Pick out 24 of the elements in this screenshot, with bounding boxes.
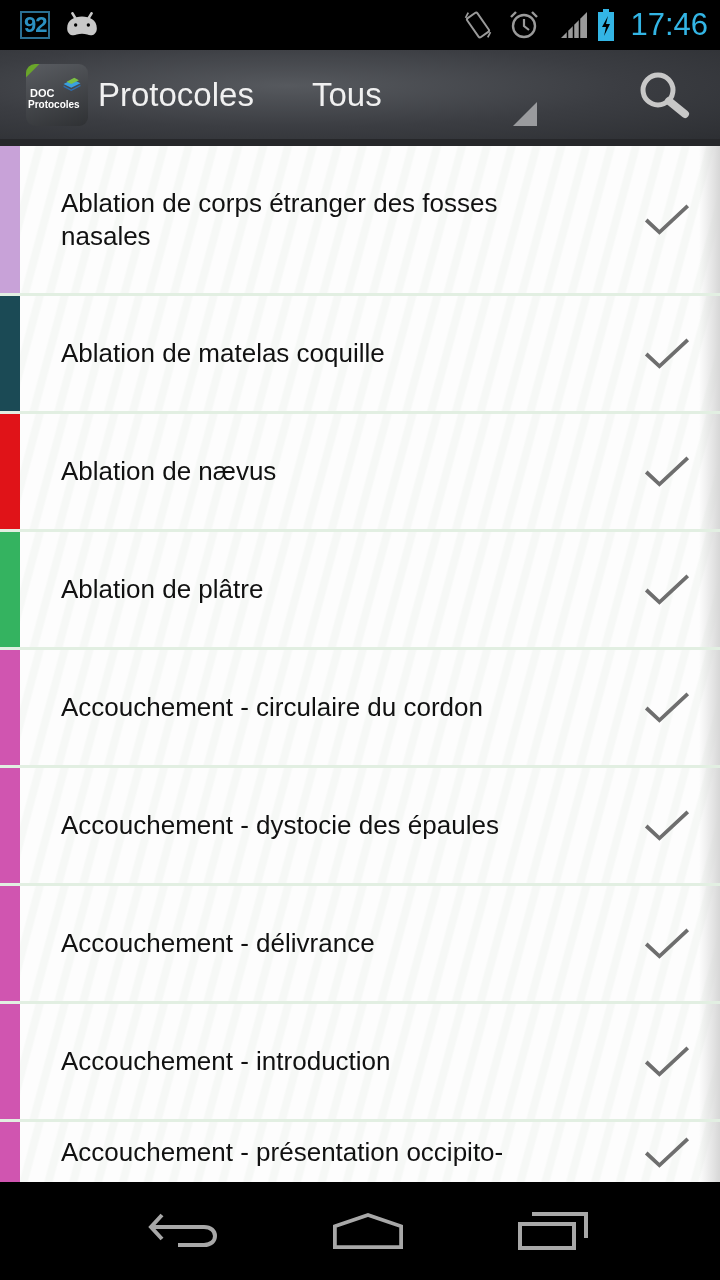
back-icon[interactable]: [147, 1212, 218, 1250]
recent-apps-icon[interactable]: [518, 1212, 589, 1250]
home-icon[interactable]: [333, 1212, 403, 1250]
protocol-title: Ablation de corps étranger des fosses nasales: [61, 186, 499, 253]
protocol-title: Ablation de nævus: [61, 455, 277, 488]
logo-text: DOC: [30, 86, 55, 99]
search-icon[interactable]: [638, 70, 690, 119]
protocol-title: Accouchement - introduction: [61, 1045, 391, 1078]
logo-text: Protocoles: [28, 98, 80, 111]
protocol-title: Accouchement - dystocie des épaules: [61, 809, 499, 842]
app-title: Protocoles: [98, 75, 254, 114]
signal-icon: [560, 11, 589, 39]
protocol-title: Ablation de matelas coquille: [61, 337, 385, 370]
protocol-title: Accouchement - délivrance: [61, 927, 375, 960]
protocol-title: Accouchement - présentation occipito-: [61, 1136, 504, 1169]
protocol-title: Ablation de plâtre: [61, 573, 264, 606]
clock-time: 17:46: [630, 7, 708, 43]
books-icon: [62, 75, 82, 92]
notification-count: 92: [20, 11, 51, 39]
battery-charging-icon: [598, 9, 615, 41]
dropdown-corner-icon: [512, 101, 537, 126]
filter-dropdown[interactable]: Tous: [299, 59, 537, 130]
protocol-title: Accouchement - circulaire du cordon: [61, 691, 483, 724]
app-logo[interactable]: DOC Protocoles: [26, 63, 88, 126]
